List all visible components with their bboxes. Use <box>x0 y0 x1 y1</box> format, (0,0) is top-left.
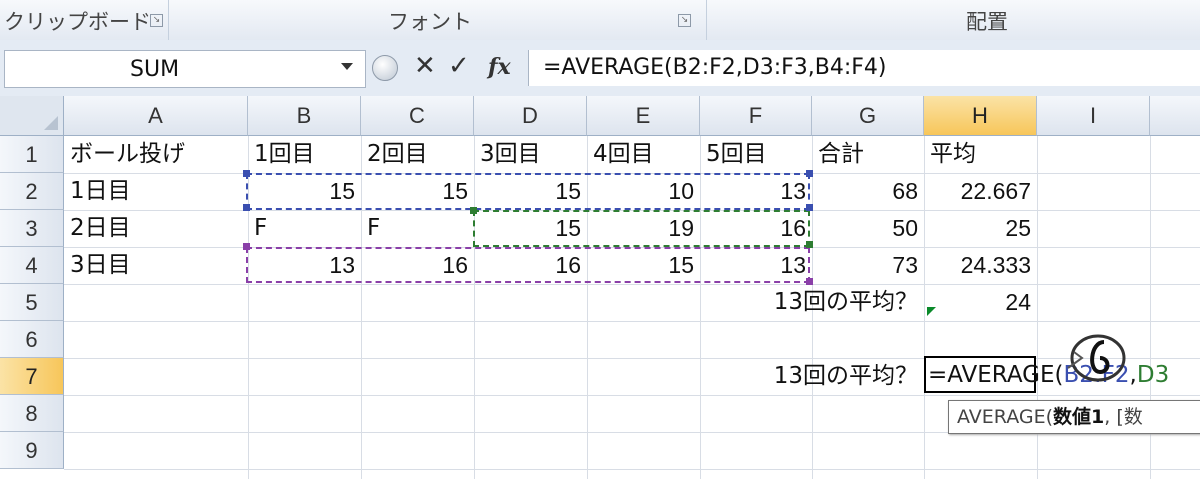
cell-h3[interactable]: 25 <box>924 210 1037 247</box>
range-ref-b4-f4 <box>246 247 810 283</box>
range-handle-icon[interactable] <box>243 170 250 177</box>
column-header-d[interactable]: D <box>474 96 587 136</box>
range-handle-icon[interactable] <box>806 278 813 285</box>
font-group-label: フォント <box>388 10 472 34</box>
range-handle-icon[interactable] <box>470 207 477 214</box>
column-header-f[interactable]: F <box>700 96 812 136</box>
insert-function-icon[interactable]: fx <box>488 54 511 80</box>
error-indicator-icon <box>927 307 936 316</box>
range-ref-d3-f3 <box>473 210 810 247</box>
function-tooltip: AVERAGE(数値1, [数 <box>948 400 1200 434</box>
column-header-e[interactable]: E <box>587 96 700 136</box>
column-header-i[interactable]: I <box>1037 96 1150 136</box>
range-handle-icon[interactable] <box>243 243 250 250</box>
cell-h5[interactable]: 24 <box>924 284 1037 321</box>
row-header-1[interactable]: 1 <box>0 136 64 173</box>
cell-e1[interactable]: 4回目 <box>587 136 700 173</box>
splitter-handle-icon[interactable] <box>372 55 398 81</box>
row-header-8[interactable]: 8 <box>0 395 64 432</box>
column-header-h[interactable]: H <box>924 96 1037 136</box>
row-header-2[interactable]: 2 <box>0 173 64 210</box>
formula-buttons: ✕ ✓ fx <box>368 50 524 86</box>
cell-f1[interactable]: 5回目 <box>700 136 812 173</box>
formula-text: =AVERAGE(B2:F2,D3:F3,B4:F4) <box>543 55 887 80</box>
ribbon-group-font: フォント ↘ <box>168 0 707 40</box>
row-header-5[interactable]: 5 <box>0 284 64 321</box>
row-header-6[interactable]: 6 <box>0 321 64 358</box>
cell-g4[interactable]: 73 <box>812 247 924 284</box>
ribbon: クリップボード ↘ フォント ↘ 配置 <box>0 0 1200 41</box>
cell-b3[interactable]: F <box>248 210 361 247</box>
column-header-j[interactable] <box>1150 96 1200 136</box>
cell-g1[interactable]: 合計 <box>812 136 924 173</box>
cell-g5-label[interactable]: 13回の平均？ <box>700 284 924 321</box>
range-handle-icon[interactable] <box>806 204 813 211</box>
column-header-c[interactable]: C <box>361 96 474 136</box>
clipboard-launcher-icon[interactable]: ↘ <box>150 14 163 27</box>
cell-g2[interactable]: 68 <box>812 173 924 210</box>
column-header-g[interactable]: G <box>812 96 924 136</box>
cell-c3[interactable]: F <box>361 210 474 247</box>
cell-h1[interactable]: 平均 <box>924 136 1037 173</box>
cell-h7-edit-text[interactable]: =AVERAGE(B2:F2,D3 <box>928 358 1169 392</box>
cell-g3[interactable]: 50 <box>812 210 924 247</box>
edit-text-function: =AVERAGE( <box>928 362 1064 388</box>
cancel-icon[interactable]: ✕ <box>414 51 436 81</box>
select-all-button[interactable] <box>0 96 64 136</box>
row-header-4[interactable]: 4 <box>0 247 64 284</box>
name-box-value: SUM <box>130 57 180 82</box>
range-handle-icon[interactable] <box>806 170 813 177</box>
ribbon-group-alignment: 配置 <box>706 0 1200 40</box>
cell-b1[interactable]: 1回目 <box>248 136 361 173</box>
chevron-down-icon[interactable] <box>341 63 353 70</box>
cell-h4[interactable]: 24.333 <box>924 247 1037 284</box>
ribbon-group-clipboard: クリップボード ↘ <box>0 0 169 40</box>
tooltip-arg1[interactable]: 数値1 <box>1053 406 1104 428</box>
range-ref-b2-f2 <box>246 173 810 210</box>
cell-a2[interactable]: 1日目 <box>64 173 248 210</box>
alignment-group-label: 配置 <box>966 10 1008 34</box>
range-handle-icon[interactable] <box>243 204 250 211</box>
tooltip-function: AVERAGE( <box>957 406 1054 428</box>
row-header-7[interactable]: 7 <box>0 358 64 395</box>
formula-input[interactable]: =AVERAGE(B2:F2,D3:F3,B4:F4) <box>528 50 1200 86</box>
cell-c1[interactable]: 2回目 <box>361 136 474 173</box>
name-box[interactable]: SUM <box>4 50 366 88</box>
column-header-b[interactable]: B <box>248 96 361 136</box>
formula-bar: SUM ✕ ✓ fx =AVERAGE(B2:F2,D3:F3,B4:F4) <box>0 40 1200 97</box>
row-header-3[interactable]: 3 <box>0 210 64 247</box>
cell-g7-label[interactable]: 13回の平均？ <box>700 358 924 395</box>
edit-text-separator: , <box>1129 362 1137 388</box>
font-launcher-icon[interactable]: ↘ <box>678 14 691 27</box>
watermark-logo-icon <box>1067 334 1126 382</box>
enter-icon[interactable]: ✓ <box>448 51 470 81</box>
clipboard-group-label: クリップボード <box>4 10 151 34</box>
cell-a4[interactable]: 3日目 <box>64 247 248 284</box>
tooltip-rest: , [数 <box>1104 406 1143 428</box>
cell-a3[interactable]: 2日目 <box>64 210 248 247</box>
cell-a1[interactable]: ボール投げ <box>64 136 248 173</box>
range-handle-icon[interactable] <box>806 241 813 248</box>
row-header-9[interactable]: 9 <box>0 432 64 469</box>
edit-text-ref2: D3 <box>1136 362 1170 388</box>
cell-d1[interactable]: 3回目 <box>474 136 587 173</box>
cell-h2[interactable]: 22.667 <box>924 173 1037 210</box>
column-header-a[interactable]: A <box>64 96 248 136</box>
